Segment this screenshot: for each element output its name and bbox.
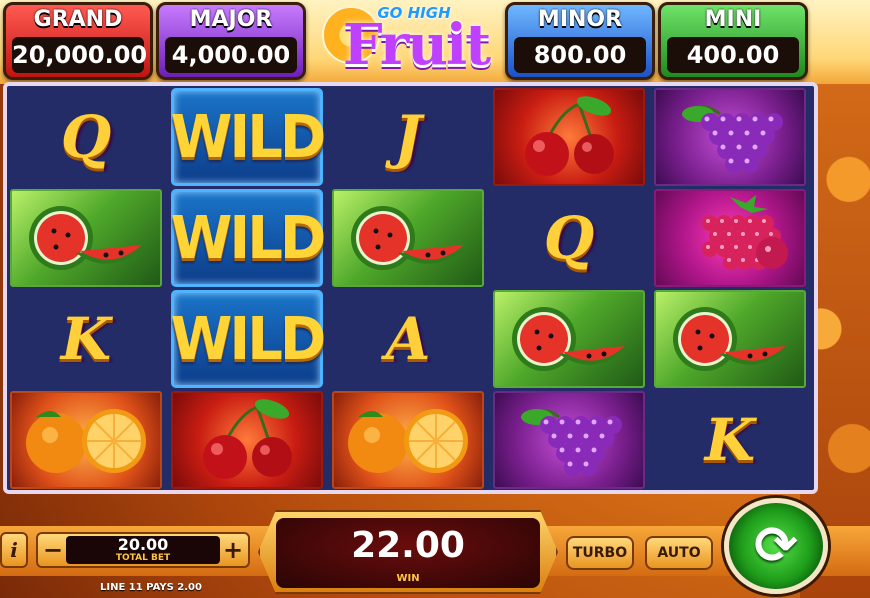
spin-arrows-icon: ⟳: [754, 516, 798, 576]
reel-cell-raspberry: [654, 189, 806, 287]
win-label: WIN: [396, 573, 420, 584]
letter-symbol-q: Q: [543, 204, 595, 272]
reel-cell-letter: A: [332, 290, 484, 388]
grapes-icon: [521, 409, 622, 476]
orange-icon: [26, 409, 146, 473]
reel-cell-watermelon: [493, 290, 645, 388]
reel-cell-letter: K: [654, 391, 806, 489]
info-button[interactable]: i: [0, 532, 28, 568]
letter-symbol-a: A: [385, 305, 431, 373]
jackpot-major: MAJOR 4,000.00: [156, 2, 306, 80]
decrease-bet-button[interactable]: −: [40, 536, 66, 564]
control-bar: i − 20.00 TOTAL BET + LINE 11 PAYS 2.00 …: [0, 496, 870, 598]
total-bet-value: 20.00: [117, 535, 169, 554]
reel-cell-orange: [332, 391, 484, 489]
reel-cell-letter: Q: [493, 189, 645, 287]
reel-cell-wild: WILD: [170, 88, 327, 186]
jackpot-minor-label: MINOR: [537, 7, 623, 32]
win-panel: 22.00 WIN: [276, 518, 540, 588]
reel-cell-wild: WILD: [170, 290, 327, 388]
watermelon-icon: [29, 206, 148, 270]
win-value: 22.00: [351, 525, 465, 566]
reel-cell-wild: WILD: [170, 189, 327, 287]
jackpot-major-label: MAJOR: [189, 7, 273, 32]
jackpot-mini: MINI 400.00: [658, 2, 808, 80]
wild-symbol: WILD: [170, 304, 327, 374]
watermelon-icon: [512, 307, 631, 371]
letter-symbol-q: Q: [60, 103, 112, 171]
spin-button[interactable]: ⟳: [724, 498, 828, 594]
reel-cell-watermelon: [654, 290, 806, 388]
logo-title: Fruit: [342, 12, 491, 78]
letter-symbol-k: K: [60, 305, 112, 373]
reel-cell-letter: J: [332, 88, 484, 186]
reel-cell-grapes: [493, 391, 645, 489]
increase-bet-button[interactable]: +: [220, 536, 246, 564]
total-bet-display: 20.00 TOTAL BET: [66, 536, 220, 564]
jackpot-grand-value: 20,000.00: [12, 37, 147, 73]
jackpot-mini-value: 400.00: [667, 37, 799, 73]
game-logo: GO HIGH Fruit: [318, 0, 498, 82]
cherry-icon: [203, 399, 292, 479]
jackpot-minor-value: 800.00: [514, 37, 646, 73]
jackpot-major-value: 4,000.00: [165, 37, 297, 73]
reel-cell-watermelon: [10, 189, 162, 287]
jackpot-mini-label: MINI: [704, 7, 762, 32]
wild-symbol: WILD: [170, 203, 327, 273]
win-display: 22.00 WIN: [258, 510, 558, 594]
grapes-icon: [682, 106, 783, 173]
letter-symbol-j: J: [394, 103, 422, 171]
cherry-icon: [525, 96, 614, 176]
reel-cell-letter: K: [10, 290, 162, 388]
jackpot-minor: MINOR 800.00: [505, 2, 655, 80]
reel-cell-orange: [10, 391, 162, 489]
reel-cell-cherry: [493, 88, 645, 186]
reel-cell-watermelon: [332, 189, 484, 287]
line-pays-text: LINE 11 PAYS 2.00: [100, 582, 202, 593]
reel-cell-grapes: [654, 88, 806, 186]
turbo-button[interactable]: TURBO: [566, 536, 634, 570]
reel-cell-letter: Q: [10, 88, 162, 186]
letter-symbol-k: K: [704, 406, 756, 474]
auto-button[interactable]: AUTO: [645, 536, 713, 570]
bet-control: − 20.00 TOTAL BET +: [36, 532, 250, 568]
watermelon-icon: [351, 206, 470, 270]
wild-symbol: WILD: [170, 102, 327, 172]
raspberry-icon: [702, 195, 788, 270]
jackpot-grand-label: GRAND: [33, 7, 123, 32]
total-bet-label: TOTAL BET: [115, 553, 171, 563]
reel-cell-cherry: [171, 391, 323, 489]
watermelon-icon: [673, 307, 792, 371]
orange-icon: [348, 409, 468, 473]
reel-grid: Q K WILD WILD WILD J A Q K: [3, 82, 818, 494]
jackpot-grand: GRAND 20,000.00: [3, 2, 153, 80]
